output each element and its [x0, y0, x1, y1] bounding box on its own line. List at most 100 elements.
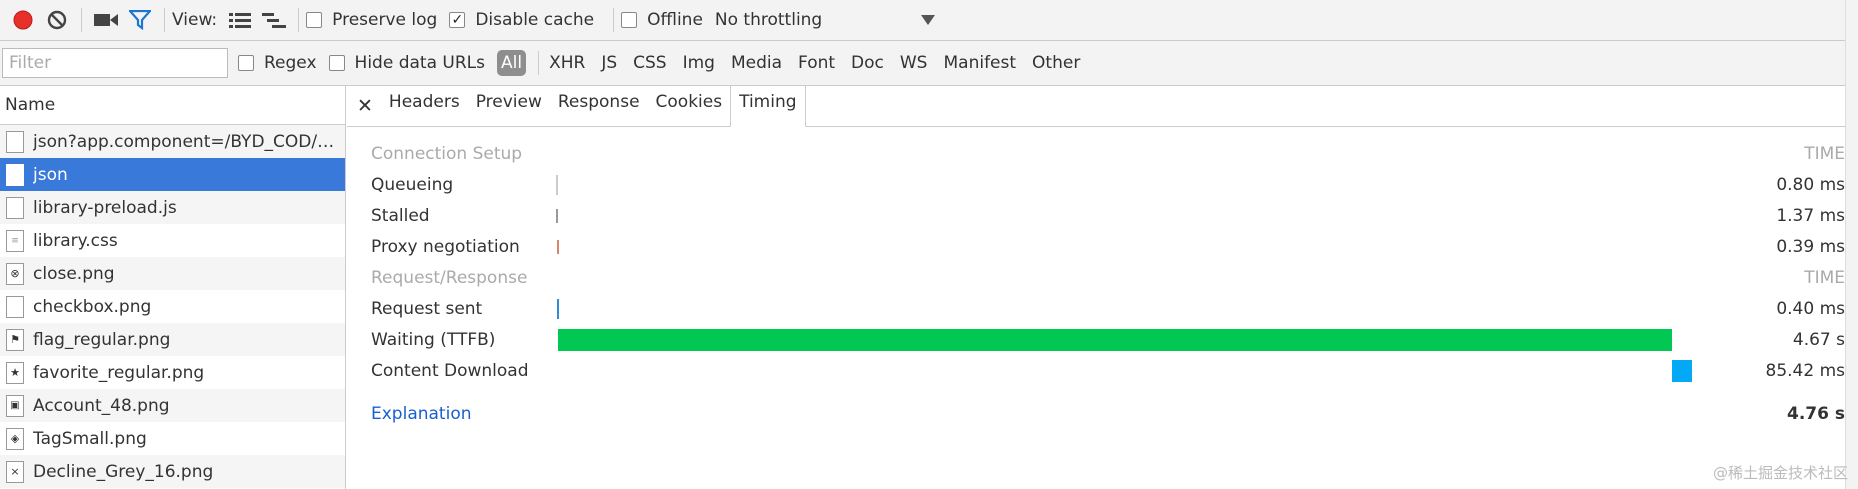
overview-button[interactable]: [257, 3, 291, 37]
close-icon: ✕: [357, 94, 373, 117]
detail-tabs: ✕ Headers Preview Response Cookies Timin…: [347, 85, 1845, 127]
timing-bar: [556, 209, 558, 223]
checkbox-box[interactable]: [621, 12, 638, 28]
flag-icon: ⚑: [6, 328, 24, 351]
request-name: Decline_Grey_16.png: [33, 461, 214, 482]
request-row[interactable]: checkbox.png: [0, 290, 345, 323]
doc-icon: [6, 196, 24, 219]
view-label: View:: [172, 10, 218, 30]
doc-icon: [6, 130, 24, 153]
tag-icon: ◈: [6, 427, 24, 450]
toolbar-divider: [298, 8, 300, 32]
timing-value: 85.42 ms: [1765, 361, 1846, 381]
tab-timing[interactable]: Timing: [730, 85, 806, 127]
type-filter-other[interactable]: Other: [1032, 53, 1080, 73]
vertical-scrollbar[interactable]: [1845, 0, 1858, 489]
request-response-header: Request/Response TIME: [371, 265, 1845, 291]
timing-value: 0.80 ms: [1776, 175, 1845, 195]
request-list-panel: Name json?app.component=/BYD_COD/Sale...…: [0, 86, 346, 489]
type-filter-img[interactable]: Img: [683, 53, 715, 73]
request-name: flag_regular.png: [33, 329, 171, 350]
toolbar-divider: [538, 51, 540, 75]
screenshot-button[interactable]: [89, 3, 123, 37]
checkbox-box[interactable]: [449, 12, 466, 28]
account-icon: ▣: [6, 394, 24, 417]
request-name: library-preload.js: [33, 197, 177, 218]
timing-value: 1.37 ms: [1776, 206, 1845, 226]
request-row-selected[interactable]: json: [0, 158, 345, 191]
type-filter-xhr[interactable]: XHR: [549, 53, 585, 73]
tab-cookies[interactable]: Cookies: [648, 85, 731, 126]
preserve-log-label: Preserve log: [332, 10, 438, 30]
timing-total-row: Explanation 4.76 s: [371, 401, 1845, 427]
large-rows-button[interactable]: [223, 3, 257, 37]
network-toolbar: View: Preserve log Disable cache Offline…: [0, 0, 1858, 41]
tab-headers[interactable]: Headers: [381, 85, 468, 126]
doc-icon: [6, 163, 24, 186]
record-button[interactable]: [6, 3, 40, 37]
request-detail-panel: ✕ Headers Preview Response Cookies Timin…: [347, 85, 1845, 489]
hide-data-urls-checkbox[interactable]: Hide data URLs: [328, 53, 485, 73]
timing-bar: [556, 175, 558, 195]
timing-bar-download: [1672, 360, 1692, 382]
decline-icon: ×: [6, 460, 24, 483]
checkbox-box[interactable]: [328, 55, 345, 71]
timing-label: Request sent: [371, 299, 483, 319]
request-row[interactable]: ◈ TagSmall.png: [0, 422, 345, 455]
request-row[interactable]: json?app.component=/BYD_COD/Sale...: [0, 125, 345, 158]
regex-checkbox[interactable]: Regex: [238, 53, 317, 73]
timing-row-content-download: Content Download 85.42 ms: [371, 358, 1845, 384]
type-filter-all[interactable]: All: [496, 50, 527, 76]
timing-label: Content Download: [371, 361, 529, 381]
type-filter-js[interactable]: JS: [601, 53, 617, 73]
tab-response[interactable]: Response: [550, 85, 648, 126]
toolbar-divider: [164, 8, 165, 32]
timing-value: 4.67 s: [1792, 330, 1845, 350]
request-row[interactable]: ▣ Account_48.png: [0, 389, 345, 422]
close-detail-button[interactable]: ✕: [347, 85, 381, 126]
request-row[interactable]: ≡ library.css: [0, 224, 345, 257]
checkbox-box[interactable]: [238, 55, 254, 71]
timing-row-request-sent: Request sent 0.40 ms: [371, 296, 1845, 322]
preserve-log-checkbox[interactable]: Preserve log: [306, 10, 437, 30]
chevron-down-icon: [920, 15, 935, 25]
throttling-select[interactable]: No throttling: [715, 10, 935, 30]
type-filter-media[interactable]: Media: [731, 53, 782, 73]
request-row[interactable]: ⚑ flag_regular.png: [0, 323, 345, 356]
type-filter-css[interactable]: CSS: [633, 53, 666, 73]
type-filter-ws[interactable]: WS: [900, 53, 928, 73]
name-column-header[interactable]: Name: [0, 86, 345, 125]
tab-preview[interactable]: Preview: [468, 85, 550, 126]
filter-input[interactable]: [2, 48, 228, 78]
connection-setup-header: Connection Setup TIME: [371, 141, 1845, 167]
type-filter-font[interactable]: Font: [798, 53, 835, 73]
waterfall-icon: [262, 13, 287, 28]
timing-bar: [557, 299, 559, 319]
time-column-header: TIME: [1804, 268, 1845, 288]
type-filter-manifest[interactable]: Manifest: [943, 53, 1016, 73]
timing-label: Stalled: [371, 206, 430, 226]
filter-icon: [129, 10, 151, 30]
request-row[interactable]: library-preload.js: [0, 191, 345, 224]
request-row[interactable]: × Decline_Grey_16.png: [0, 455, 345, 488]
throttling-value: No throttling: [714, 10, 823, 30]
timing-label: Proxy negotiation: [371, 237, 520, 257]
filter-toggle-button[interactable]: [123, 3, 157, 37]
type-filter-doc[interactable]: Doc: [851, 53, 884, 73]
request-name: checkbox.png: [33, 296, 152, 317]
timing-row-proxy-negotiation: Proxy negotiation 0.39 ms: [371, 234, 1845, 260]
request-row[interactable]: ⊗ close.png: [0, 257, 345, 290]
hide-data-urls-label: Hide data URLs: [354, 53, 485, 73]
timing-row-waiting: Waiting (TTFB) 4.67 s: [371, 327, 1845, 353]
regex-label: Regex: [264, 53, 317, 73]
offline-checkbox[interactable]: Offline: [621, 10, 703, 30]
request-row[interactable]: ★ favorite_regular.png: [0, 356, 345, 389]
checkbox-box[interactable]: [306, 12, 323, 28]
close-icon: ⊗: [6, 262, 24, 285]
section-title: Connection Setup: [371, 144, 523, 164]
clear-icon: [47, 10, 67, 30]
disable-cache-checkbox[interactable]: Disable cache: [449, 10, 594, 30]
timing-label: Queueing: [371, 175, 454, 195]
explanation-link[interactable]: Explanation: [371, 404, 472, 424]
clear-button[interactable]: [40, 3, 74, 37]
